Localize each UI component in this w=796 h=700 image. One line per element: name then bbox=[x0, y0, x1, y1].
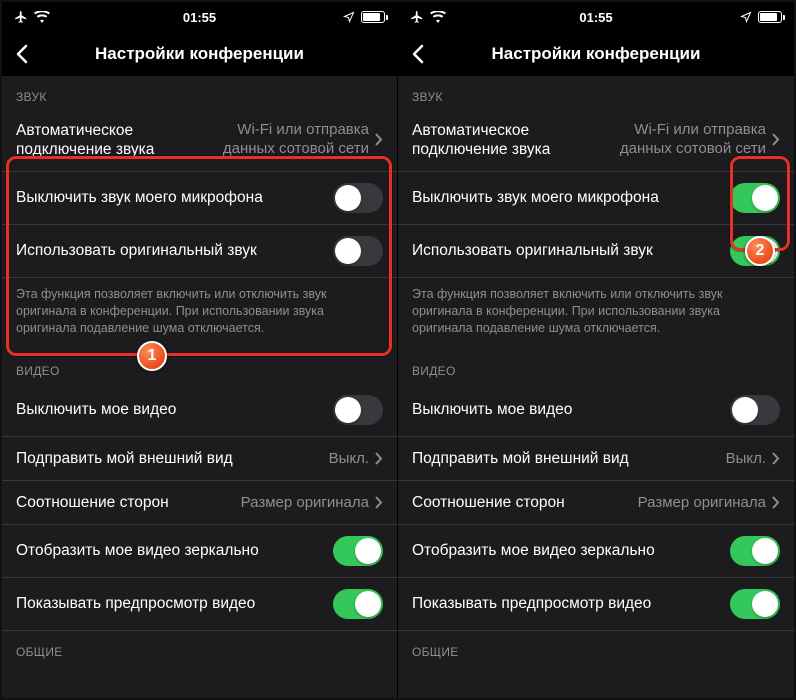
row-mute-my-video[interactable]: Выключить мое видео bbox=[398, 384, 794, 437]
chevron-right-icon bbox=[375, 452, 383, 465]
row-show-preview[interactable]: Показывать предпросмотр видео bbox=[2, 578, 397, 631]
battery-icon bbox=[758, 11, 782, 23]
airplane-icon bbox=[14, 10, 28, 24]
status-time: 01:55 bbox=[398, 10, 794, 25]
section-video-header: ВИДЕО bbox=[398, 350, 794, 384]
row-original-sound[interactable]: Использовать оригинальный звук bbox=[2, 225, 397, 278]
wifi-icon bbox=[430, 11, 446, 23]
row-value: Размер оригинала bbox=[638, 494, 766, 511]
row-mute-my-video[interactable]: Выключить мое видео bbox=[2, 384, 397, 437]
chevron-right-icon bbox=[772, 133, 780, 146]
row-label: Автоматическое подключение звука bbox=[412, 121, 606, 160]
chevron-right-icon bbox=[375, 133, 383, 146]
row-value: Выкл. bbox=[726, 450, 766, 467]
toggle-preview[interactable] bbox=[333, 589, 383, 619]
row-mirror-video[interactable]: Отобразить мое видео зеркально bbox=[2, 525, 397, 578]
section-sound-header: ЗВУК bbox=[2, 76, 397, 110]
section-video-header: ВИДЕО bbox=[2, 350, 397, 384]
chevron-right-icon bbox=[772, 452, 780, 465]
row-touch-up-appearance[interactable]: Подправить мой внешний вид Выкл. bbox=[2, 437, 397, 481]
back-button[interactable] bbox=[406, 42, 430, 66]
status-bar: 01:55 bbox=[2, 2, 397, 32]
chevron-right-icon bbox=[375, 496, 383, 509]
settings-content[interactable]: ЗВУК Автоматическое подключение звука Wi… bbox=[2, 76, 397, 698]
location-icon bbox=[740, 11, 752, 23]
row-touch-up-appearance[interactable]: Подправить мой внешний вид Выкл. bbox=[398, 437, 794, 481]
row-label: Подправить мой внешний вид bbox=[16, 450, 329, 468]
row-label: Выключить мое видео bbox=[16, 401, 333, 419]
nav-bar: Настройки конференции bbox=[2, 32, 397, 76]
row-show-preview[interactable]: Показывать предпросмотр видео bbox=[398, 578, 794, 631]
section-general-header: ОБЩИЕ bbox=[2, 631, 397, 665]
toggle-original-sound[interactable] bbox=[333, 236, 383, 266]
row-aspect-ratio[interactable]: Соотношение сторон Размер оригинала bbox=[398, 481, 794, 525]
phone-screen-1: 01:55 Настройки конференции ЗВУК Автомат… bbox=[2, 2, 398, 698]
wifi-icon bbox=[34, 11, 50, 23]
location-icon bbox=[343, 11, 355, 23]
row-label: Соотношение сторон bbox=[16, 494, 241, 512]
section-general-header: ОБЩИЕ bbox=[398, 631, 794, 665]
row-label: Подправить мой внешний вид bbox=[412, 450, 726, 468]
row-label: Выключить звук моего микрофона bbox=[412, 189, 730, 207]
row-auto-connect-audio[interactable]: Автоматическое подключение звука Wi-Fi и… bbox=[2, 110, 397, 172]
comparison-frame: 01:55 Настройки конференции ЗВУК Автомат… bbox=[0, 0, 796, 700]
row-label: Выключить звук моего микрофона bbox=[16, 189, 333, 207]
row-label: Использовать оригинальный звук bbox=[16, 242, 333, 260]
battery-icon bbox=[361, 11, 385, 23]
row-label: Отобразить мое видео зеркально bbox=[16, 542, 333, 560]
sound-note: Эта функция позволяет включить или отклю… bbox=[398, 278, 794, 351]
toggle-preview[interactable] bbox=[730, 589, 780, 619]
chevron-right-icon bbox=[772, 496, 780, 509]
row-label: Отобразить мое видео зеркально bbox=[412, 542, 730, 560]
toggle-mute-mic[interactable] bbox=[730, 183, 780, 213]
row-label: Использовать оригинальный звук bbox=[412, 242, 730, 260]
row-label: Показывать предпросмотр видео bbox=[16, 595, 333, 613]
row-value: Выкл. bbox=[329, 450, 369, 467]
settings-content[interactable]: ЗВУК Автоматическое подключение звука Wi… bbox=[398, 76, 794, 698]
row-mute-my-mic[interactable]: Выключить звук моего микрофона bbox=[398, 172, 794, 225]
row-mirror-video[interactable]: Отобразить мое видео зеркально bbox=[398, 525, 794, 578]
sound-note: Эта функция позволяет включить или отклю… bbox=[2, 278, 397, 351]
toggle-mute-video[interactable] bbox=[333, 395, 383, 425]
status-bar: 01:55 bbox=[398, 2, 794, 32]
toggle-mirror[interactable] bbox=[333, 536, 383, 566]
row-auto-connect-audio[interactable]: Автоматическое подключение звука Wi-Fi и… bbox=[398, 110, 794, 172]
nav-title: Настройки конференции bbox=[95, 44, 304, 64]
toggle-mute-video[interactable] bbox=[730, 395, 780, 425]
status-time: 01:55 bbox=[2, 10, 397, 25]
section-sound-header: ЗВУК bbox=[398, 76, 794, 110]
row-mute-my-mic[interactable]: Выключить звук моего микрофона bbox=[2, 172, 397, 225]
row-label: Соотношение сторон bbox=[412, 494, 638, 512]
nav-title: Настройки конференции bbox=[492, 44, 701, 64]
toggle-mirror[interactable] bbox=[730, 536, 780, 566]
toggle-mute-mic[interactable] bbox=[333, 183, 383, 213]
phone-screen-2: 01:55 Настройки конференции ЗВУК Автомат… bbox=[398, 2, 794, 698]
row-value: Размер оригинала bbox=[241, 494, 369, 511]
row-label: Показывать предпросмотр видео bbox=[412, 595, 730, 613]
row-original-sound[interactable]: Использовать оригинальный звук bbox=[398, 225, 794, 278]
row-label: Автоматическое подключение звука bbox=[16, 121, 209, 160]
row-aspect-ratio[interactable]: Соотношение сторон Размер оригинала bbox=[2, 481, 397, 525]
nav-bar: Настройки конференции bbox=[398, 32, 794, 76]
toggle-original-sound[interactable] bbox=[730, 236, 780, 266]
row-label: Выключить мое видео bbox=[412, 401, 730, 419]
back-button[interactable] bbox=[10, 42, 34, 66]
row-value: Wi-Fi или отправка данных сотовой сети bbox=[209, 121, 369, 159]
airplane-icon bbox=[410, 10, 424, 24]
row-value: Wi-Fi или отправка данных сотовой сети bbox=[606, 121, 766, 159]
